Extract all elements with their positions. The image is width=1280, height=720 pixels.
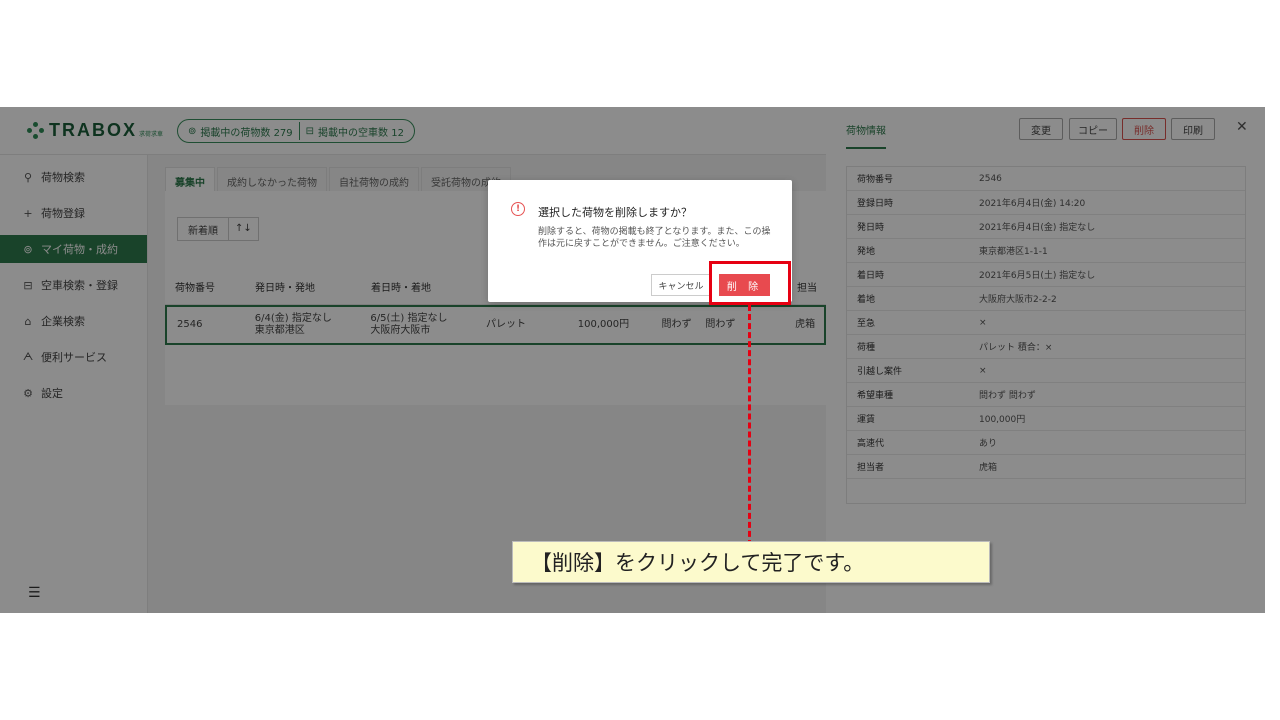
dialog-message: 削除すると、荷物の掲載も終了となります。また、この操作は元に戻すことができません… xyxy=(538,227,771,249)
pointer-line xyxy=(748,305,751,555)
dialog-title: 選択した荷物を削除しますか？ xyxy=(538,206,692,219)
instruction-callout: 【削除】をクリックして完了です。 xyxy=(512,541,990,583)
app-window: TRABOX 求荷求車 ⊚ 掲載中の荷物数 279 ⊟ 掲載中の空車数 12 ⚲… xyxy=(0,107,1265,613)
highlight-box xyxy=(709,261,791,305)
warning-icon: ! xyxy=(511,202,525,216)
cancel-button[interactable]: キャンセル xyxy=(651,274,711,296)
